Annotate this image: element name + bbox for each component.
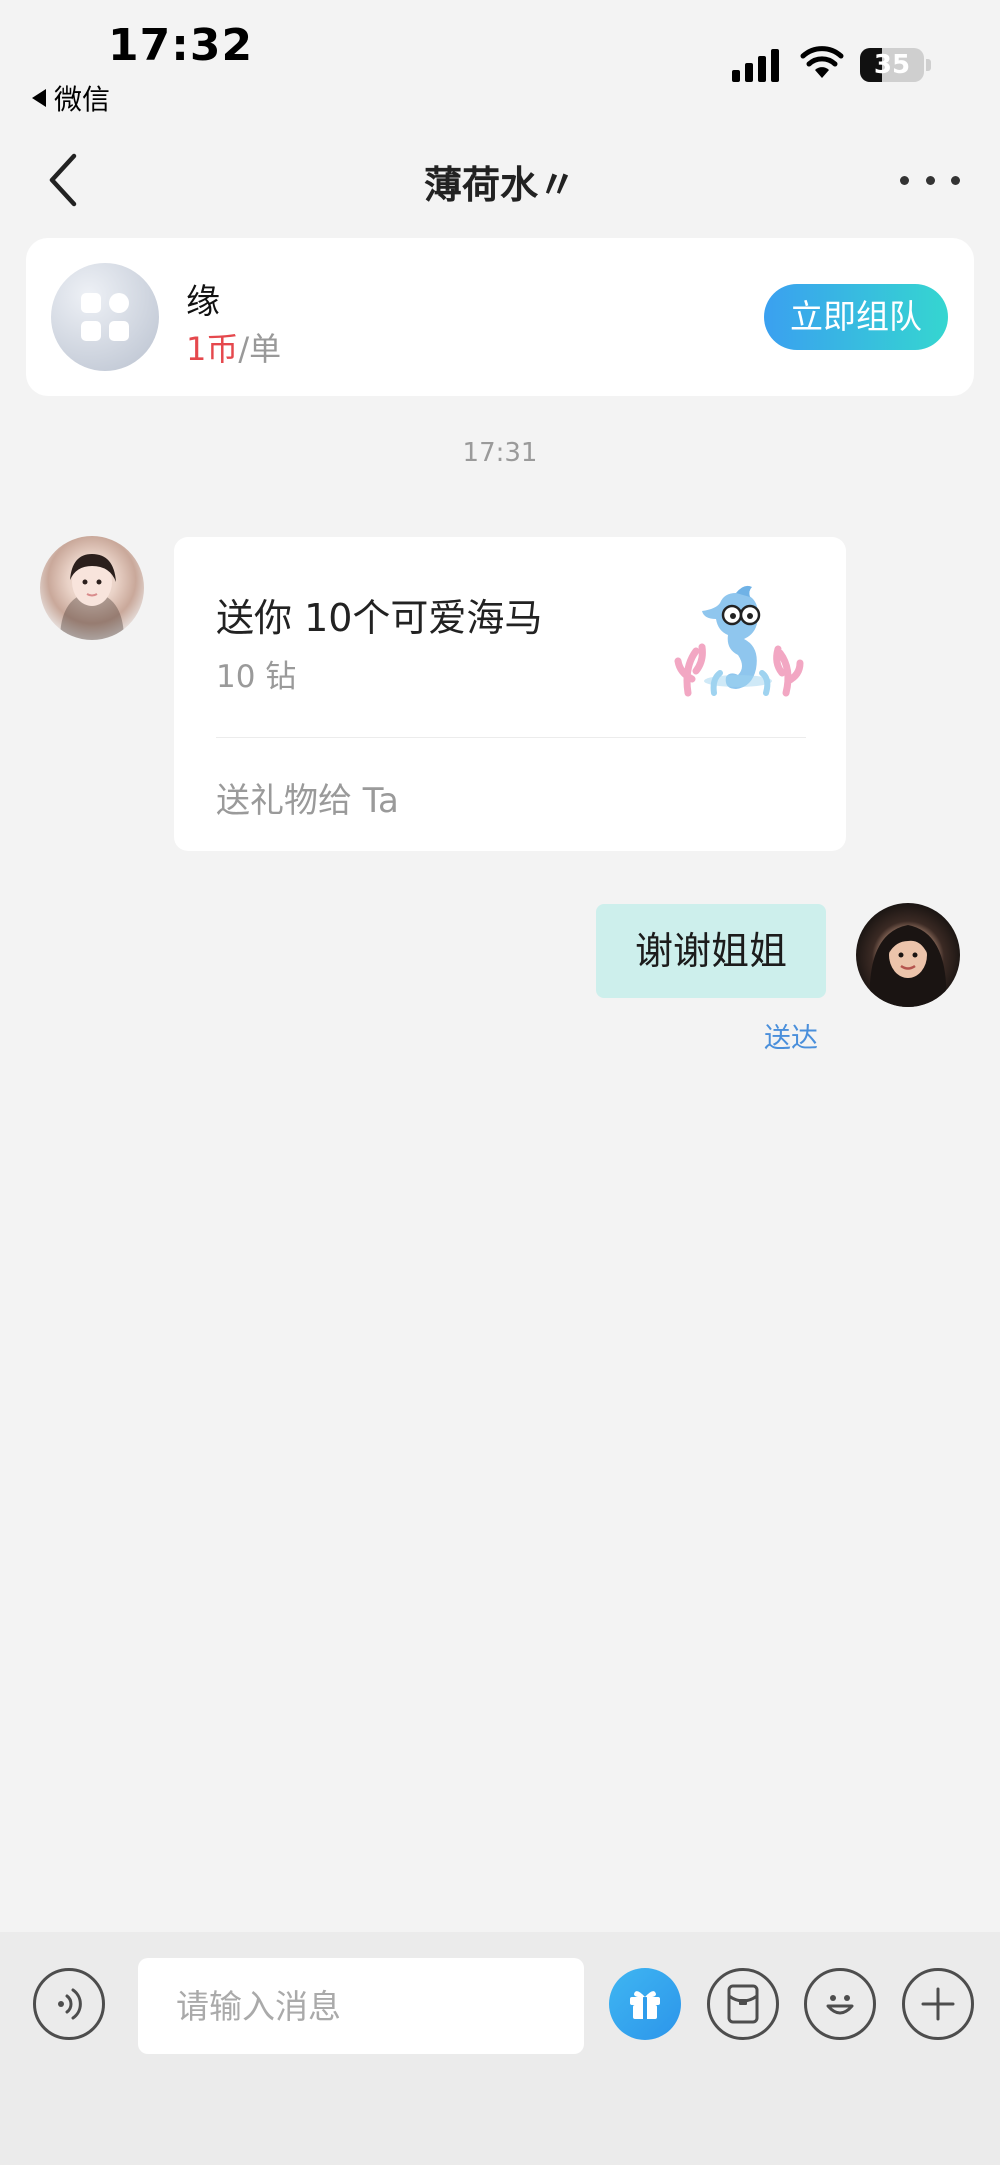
service-price-unit: /单 xyxy=(238,330,282,368)
sender-avatar[interactable] xyxy=(40,536,144,640)
gift-box-icon xyxy=(630,1991,660,2019)
gift-title: 送你 10个可爱海马 xyxy=(216,596,543,640)
battery-icon: 35 xyxy=(860,48,932,82)
gift-price: 10 钻 xyxy=(216,659,297,695)
emoji-button[interactable] xyxy=(804,1968,876,2040)
status-bar: 17:32 微信 35 xyxy=(0,0,1000,120)
service-name: 缘 xyxy=(186,282,220,322)
delivery-status: 送达 xyxy=(764,1023,818,1054)
outgoing-message-bubble[interactable]: 谢谢姐姐 xyxy=(596,904,826,998)
service-price-amount: 1币 xyxy=(186,330,239,368)
more-actions-button[interactable] xyxy=(902,1968,974,2040)
message-timestamp: 17:31 xyxy=(462,438,538,468)
more-options-icon[interactable] xyxy=(900,160,960,200)
status-time: 17:32 xyxy=(108,20,254,71)
back-app-label: 微信 xyxy=(54,83,111,116)
message-input[interactable] xyxy=(138,1958,584,2054)
chat-title: 薄荷水〃 xyxy=(423,163,576,207)
cellular-signal-icon xyxy=(732,48,779,82)
input-bar xyxy=(0,1932,1000,2165)
my-avatar[interactable] xyxy=(856,903,960,1007)
form-team-button[interactable]: 立即组队 xyxy=(764,284,948,350)
service-app-icon xyxy=(51,263,159,371)
back-triangle-icon xyxy=(32,89,46,107)
seahorse-gift-icon xyxy=(674,585,804,697)
gift-button[interactable] xyxy=(609,1968,681,2040)
voice-input-button[interactable] xyxy=(33,1968,105,2040)
service-price: 1币/单 xyxy=(186,324,281,370)
voice-icon xyxy=(58,1988,82,2020)
service-card: 缘 1币/单 立即组队 xyxy=(26,238,974,396)
smiley-icon xyxy=(826,1995,854,2015)
gift-divider xyxy=(216,737,806,738)
gift-card[interactable]: 送你 10个可爱海马 10 钻 送礼物给 Ta xyxy=(174,537,846,851)
plus-icon xyxy=(921,1987,955,2021)
send-gift-link[interactable]: 送礼物给 Ta xyxy=(216,773,399,822)
back-to-app-link[interactable]: 微信 xyxy=(32,78,110,118)
nav-bar: 薄荷水〃 xyxy=(0,130,1000,230)
wifi-icon xyxy=(800,46,844,78)
red-packet-icon xyxy=(727,1984,759,2024)
battery-percent: 35 xyxy=(873,50,911,80)
red-packet-button[interactable] xyxy=(707,1968,779,2040)
